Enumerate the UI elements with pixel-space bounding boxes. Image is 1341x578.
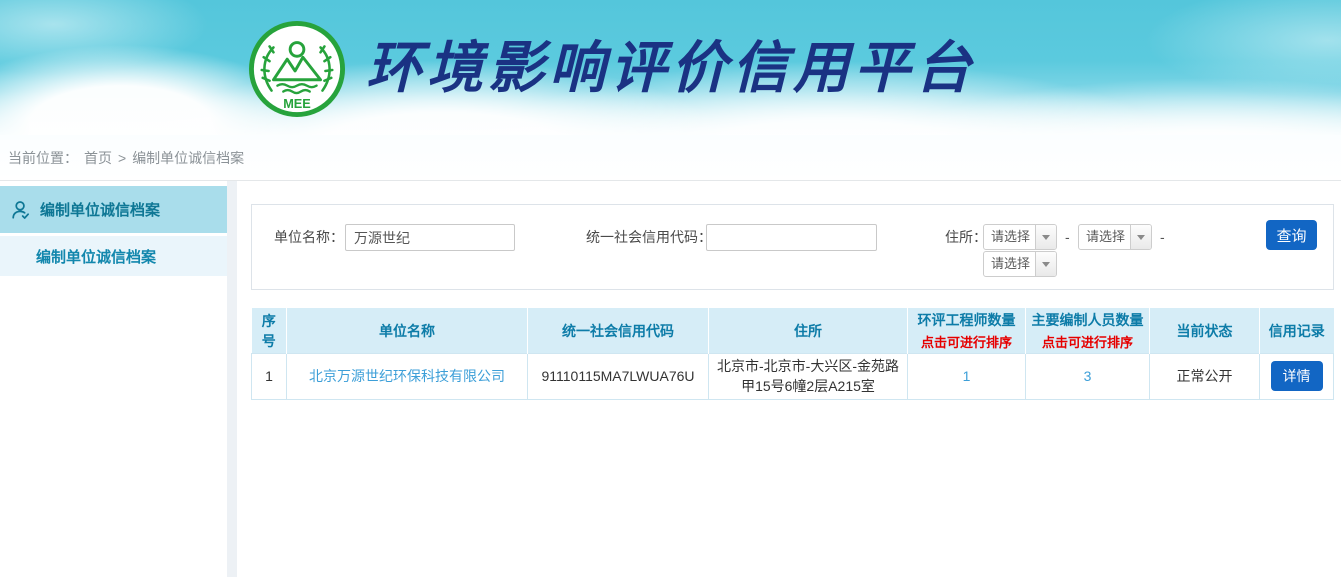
- credit-code-input[interactable]: [706, 224, 877, 251]
- city-select[interactable]: 请选择: [1078, 224, 1152, 250]
- table-header-row: 序号 单位名称 统一社会信用代码 住所 环评工程师数量 点击可进行排序 主要编制…: [252, 308, 1334, 354]
- breadcrumb-prefix: 当前位置：: [8, 148, 78, 168]
- sort-hint[interactable]: 点击可进行排序: [912, 332, 1021, 351]
- company-name-label: 单位名称：: [274, 224, 344, 250]
- cell-address: 北京市-北京市-大兴区-金苑路甲15号6幢2层A215室: [709, 354, 908, 400]
- breadcrumb-current: 编制单位诚信档案: [132, 148, 244, 168]
- breadcrumb-home-link[interactable]: 首页: [84, 148, 112, 168]
- district-select-value: 请选择: [984, 252, 1035, 276]
- query-button[interactable]: 查询: [1266, 220, 1317, 250]
- credit-code-label: 统一社会信用代码：: [586, 224, 712, 250]
- breadcrumb-separator: >: [118, 150, 126, 166]
- district-select[interactable]: 请选择: [983, 251, 1057, 277]
- sidebar-item-credit-archive[interactable]: 编制单位诚信档案: [0, 186, 227, 233]
- cell-status: 正常公开: [1150, 354, 1260, 400]
- col-company: 单位名称: [287, 308, 528, 354]
- chevron-down-icon[interactable]: [1130, 225, 1151, 249]
- cell-credit-code: 91110115MA7LWUA76U: [528, 354, 709, 400]
- user-check-icon: [10, 199, 32, 221]
- detail-button[interactable]: 详情: [1271, 361, 1323, 391]
- chevron-down-icon[interactable]: [1035, 252, 1056, 276]
- col-staff-count-label: 主要编制人员数量: [1032, 312, 1144, 328]
- mee-logo-icon: MEE: [248, 20, 346, 118]
- col-engineer-count-label: 环评工程师数量: [918, 312, 1016, 328]
- table-row: 1 北京万源世纪环保科技有限公司 91110115MA7LWUA76U 北京市-…: [252, 354, 1334, 400]
- company-link[interactable]: 北京万源世纪环保科技有限公司: [309, 368, 505, 384]
- col-address: 住所: [709, 308, 908, 354]
- page-body: 编制单位诚信档案 编制单位诚信档案 单位名称： 统一社会信用代码： 住所： 请选…: [0, 181, 1341, 577]
- svg-text:MEE: MEE: [283, 96, 311, 111]
- main-content: 单位名称： 统一社会信用代码： 住所： 请选择 - 请选择 - 请选择 查询: [237, 181, 1341, 577]
- col-staff-count[interactable]: 主要编制人员数量 点击可进行排序: [1026, 308, 1150, 354]
- sidebar-item-label: 编制单位诚信档案: [40, 199, 160, 220]
- col-seq: 序号: [252, 308, 287, 354]
- col-credit-record: 信用记录: [1260, 308, 1334, 354]
- site-header: MEE 环境影响评价信用平台: [0, 0, 1341, 135]
- chevron-down-icon[interactable]: [1035, 225, 1056, 249]
- page-title: 环境影响评价信用平台: [366, 36, 976, 100]
- breadcrumb: 当前位置： 首页 > 编制单位诚信档案: [0, 135, 1341, 181]
- address-dash-2: -: [1160, 224, 1165, 250]
- city-select-value: 请选择: [1079, 225, 1130, 249]
- sidebar-subitem-label: 编制单位诚信档案: [36, 246, 156, 267]
- sidebar-subitem-credit-archive[interactable]: 编制单位诚信档案: [0, 236, 227, 276]
- sidebar-divider: [227, 181, 237, 577]
- col-credit-code: 统一社会信用代码: [528, 308, 709, 354]
- col-status: 当前状态: [1150, 308, 1260, 354]
- search-panel: 单位名称： 统一社会信用代码： 住所： 请选择 - 请选择 - 请选择 查询: [251, 204, 1334, 290]
- company-name-input[interactable]: [345, 224, 515, 251]
- province-select-value: 请选择: [984, 225, 1035, 249]
- address-label: 住所：: [945, 224, 987, 250]
- cell-seq: 1: [252, 354, 287, 400]
- col-engineer-count[interactable]: 环评工程师数量 点击可进行排序: [908, 308, 1026, 354]
- sort-hint[interactable]: 点击可进行排序: [1030, 332, 1145, 351]
- address-dash-1: -: [1065, 224, 1070, 250]
- province-select[interactable]: 请选择: [983, 224, 1057, 250]
- results-table: 序号 单位名称 统一社会信用代码 住所 环评工程师数量 点击可进行排序 主要编制…: [251, 308, 1334, 400]
- engineer-count-link[interactable]: 1: [963, 368, 971, 384]
- staff-count-link[interactable]: 3: [1084, 368, 1092, 384]
- sidebar: 编制单位诚信档案 编制单位诚信档案: [0, 181, 227, 577]
